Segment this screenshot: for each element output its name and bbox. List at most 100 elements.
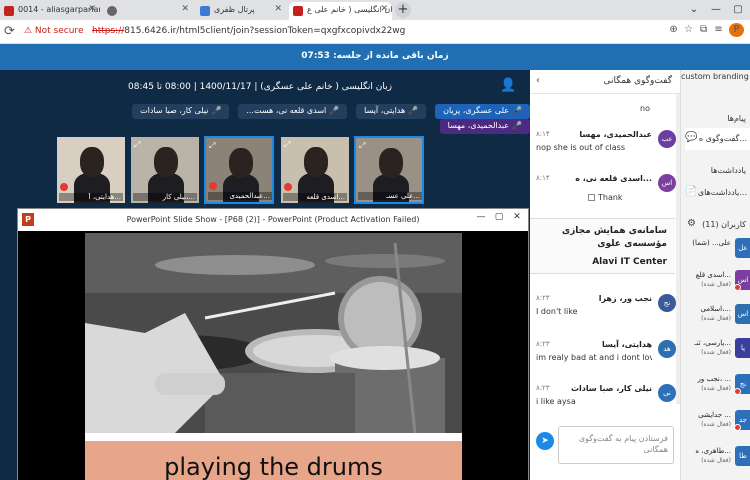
webcam-name: علی عسـ... <box>358 192 422 200</box>
webcam-name: نیلی کار،... <box>133 193 197 201</box>
address-bar-icons: ⊕ ☆ ⧉ ≡ P <box>666 23 744 37</box>
user-status: (فعال شده) <box>701 457 731 464</box>
avatar: پا <box>735 338 750 358</box>
webcam-name: هدایتی، آ... <box>59 193 123 201</box>
webcam-tile[interactable]: ⤢ نیلی کار،... <box>130 136 200 204</box>
muted-mic-icon <box>734 388 741 395</box>
person-head <box>80 147 104 177</box>
browser-tab-mail[interactable]: 0014 - aliasgarparian@gm ✕ <box>0 2 100 20</box>
slide-caption: playing the drums <box>85 441 462 480</box>
mic-icon: 🎤 <box>329 106 340 115</box>
user-list-item[interactable]: اسلامی،... (فعال شده) اس <box>685 302 750 330</box>
powerpoint-titlebar[interactable]: P PowerPoint Slide Show - [P68 (2)] - Po… <box>18 209 528 231</box>
browser-tab-class[interactable]: ظفری - زبان انگلیسی ( خانم علی ع ✕ <box>289 2 392 20</box>
shared-notes-label: یادداشت‌های... <box>697 188 747 197</box>
close-tab-icon[interactable]: ✕ <box>274 4 282 14</box>
slide-show-area[interactable]: playing the drums <box>18 231 528 480</box>
participant-chip[interactable]: 🎤نیلی کار، صبا سادات <box>132 104 230 119</box>
maximize-button[interactable]: ▢ <box>490 212 508 222</box>
person-head <box>379 148 403 178</box>
chat-sender: عبدالحمیدی، مهسا <box>579 130 652 139</box>
welcome-line: سامانه‌ی همایش مجازی <box>561 226 667 236</box>
participant-chip[interactable]: 🎤هدایتی، آیسا <box>356 104 427 119</box>
new-tab-button[interactable]: + <box>395 2 411 18</box>
user-list-panel: custom branding logo پیام‌ها 💬 گفت‌وگوی … <box>680 70 750 480</box>
hide-chat-icon[interactable]: ‹ <box>536 75 540 86</box>
shared-notes-item[interactable]: 📄 یادداشت‌های... <box>685 182 750 204</box>
mic-icon: 🎤 <box>408 106 419 115</box>
avatar: اس <box>735 304 750 324</box>
powerpoint-window[interactable]: P PowerPoint Slide Show - [P68 (2)] - Po… <box>17 208 529 480</box>
bookmark-star-icon[interactable]: ☆ <box>681 24 696 35</box>
chat-message-text: I don't like <box>536 307 578 316</box>
participant-chip-label: عبدالحمیدی، مهسا <box>447 121 510 130</box>
webcam-tile[interactable]: ⤢ اسدی قلعه... <box>280 136 350 204</box>
not-secure-badge[interactable]: ⚠ Not secure <box>24 26 83 36</box>
public-chat-item[interactable]: 💬 گفت‌وگوی ه... <box>685 128 750 150</box>
avatar: طا <box>735 446 750 466</box>
zoom-icon[interactable]: ⊕ <box>666 24 681 35</box>
profile-avatar[interactable]: P <box>729 23 744 37</box>
user-icon[interactable]: 👤 <box>500 78 516 93</box>
url-field[interactable]: https://815.6426.ir/html5client/join?ses… <box>92 26 405 36</box>
browser-tab-blank[interactable]: ✕ <box>103 2 193 20</box>
session-timer-bar: زمان باقی مانده از جلسه: 07:53 <box>0 44 750 70</box>
gear-icon[interactable]: ⚙ <box>687 218 696 229</box>
expand-icon[interactable]: ⤢ <box>209 141 215 151</box>
browser-tab-portal[interactable]: پرتال ظفری ✕ <box>196 2 286 20</box>
user-list-item[interactable]: علی... (شما) عل <box>685 236 750 264</box>
tab-search-icon[interactable]: ⌄ <box>683 0 705 20</box>
branding-logo: custom branding logo <box>681 72 750 81</box>
person-head <box>154 147 178 177</box>
recording-dot-icon <box>209 182 217 190</box>
participant-chip[interactable]: 🎤اسدی قلعه نی، هست... <box>238 104 348 119</box>
expand-icon[interactable]: ⤢ <box>359 141 365 151</box>
webcam-strip: هدایتی، آ... ⤢ نیلی کار،... ⤢ عبدالحمیدی… <box>56 136 428 204</box>
close-tab-icon[interactable]: ✕ <box>88 4 96 14</box>
thank-text: Thank <box>598 193 623 202</box>
minimize-button[interactable]: — <box>472 212 490 222</box>
user-list-item[interactable]: پارسی، ثنـ... (فعال شده) پا <box>685 336 750 364</box>
participant-chip[interactable]: 🎤علی عسگری، پریان <box>435 104 530 119</box>
maximize-button[interactable]: ▢ <box>727 0 749 20</box>
user-list-item[interactable]: جدایشی ... (فعال شده) جد <box>685 408 750 436</box>
participant-chip-label: هدایتی، آیسا <box>364 106 406 115</box>
user-list-item[interactable]: اسدی قلع... (فعال شده) اس <box>685 268 750 296</box>
chat-title: گفت‌وگوی همگانی <box>603 76 672 86</box>
avatar: اس <box>658 174 676 192</box>
participant-chip-label: علی عسگری، پریان <box>443 106 510 115</box>
messages-section-label: پیام‌ها <box>727 114 746 123</box>
drum-kit-illustration <box>85 233 462 433</box>
webcam-tile[interactable]: هدایتی، آ... <box>56 136 126 204</box>
menu-icon[interactable]: ≡ <box>711 24 726 35</box>
webcam-tile[interactable]: ⤢ عبدالحمیدی... <box>204 136 274 204</box>
notes-section-label: یادداشت‌ها <box>710 166 746 175</box>
chat-sender: هدایتی، آیسا <box>602 340 652 349</box>
reload-icon[interactable]: ⟳ <box>4 24 15 39</box>
chat-input[interactable]: فرستادن پیام به گفت‌وگوی همگانی <box>558 426 674 464</box>
chat-sender: نیلی کار، صبا سادات <box>570 384 652 393</box>
close-tab-icon[interactable]: ✕ <box>380 4 388 14</box>
participant-chip[interactable]: 🎤عبدالحمیدی، مهسا <box>439 119 530 134</box>
avatar: عب <box>658 130 676 148</box>
users-count-label: کاربران (11) <box>702 220 746 229</box>
chat-composer: ➤ فرستادن پیام به گفت‌وگوی همگانی <box>530 418 680 480</box>
welcome-line: مؤسسه‌ی علوی <box>597 239 667 249</box>
send-message-button[interactable]: ➤ <box>536 432 554 450</box>
tab-label: ظفری - زبان انگلیسی ( خانم علی ع <box>307 5 392 14</box>
webcam-name: عبدالحمیدی... <box>208 192 272 200</box>
chat-sender: اسدی قلعه نی، ه... <box>575 174 652 183</box>
webcam-tile[interactable]: ⤢ علی عسـ... <box>354 136 424 204</box>
expand-icon[interactable]: ⤢ <box>134 140 140 150</box>
chat-time: ۸:۲۳ <box>536 340 550 348</box>
close-button[interactable]: ✕ <box>508 212 526 222</box>
minimize-button[interactable]: — <box>705 0 727 20</box>
expand-icon[interactable]: ⤢ <box>284 140 290 150</box>
user-list-item[interactable]: طاهری، ه... (فعال شده) طا <box>685 444 750 472</box>
user-status: (فعال شده) <box>701 281 731 288</box>
extensions-icon[interactable]: ⧉ <box>696 24 711 35</box>
close-tab-icon[interactable]: ✕ <box>181 4 189 14</box>
user-list-item[interactable]: نجب ور، ... (فعال شده) نج <box>685 372 750 400</box>
chat-message-text: im realy bad at and i dont love it <box>536 353 652 362</box>
participant-chip-label: اسدی قلعه نی، هست... <box>246 106 327 115</box>
